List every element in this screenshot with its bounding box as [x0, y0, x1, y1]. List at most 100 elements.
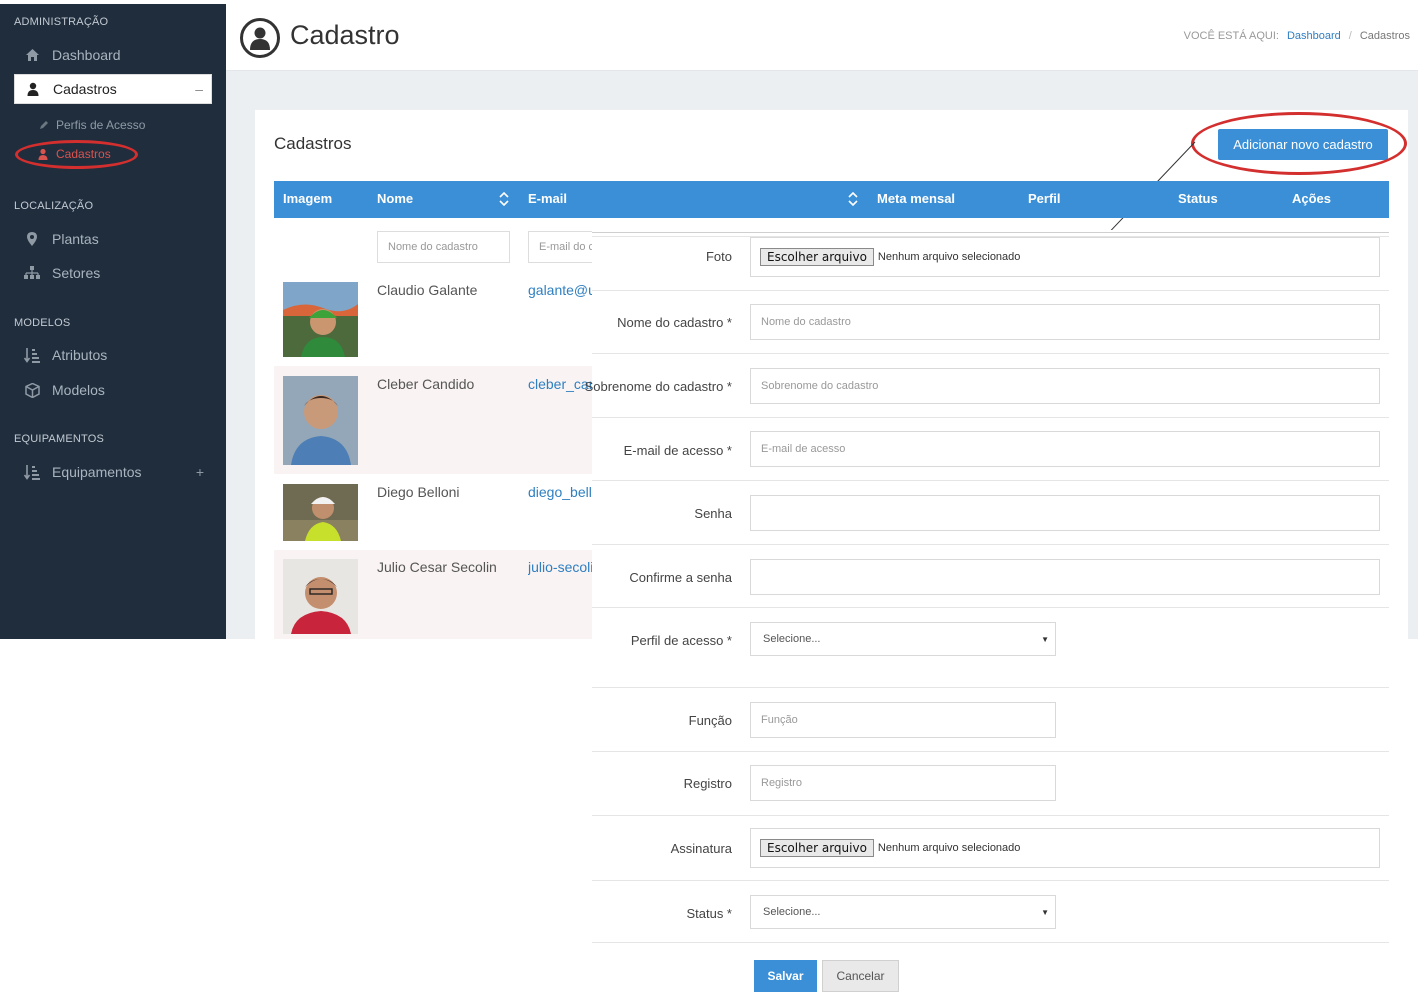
status-select-value: Selecione...: [763, 906, 821, 918]
section-localizacao: LOCALIZAÇÃO: [14, 200, 94, 212]
breadcrumb: VOCÊ ESTÁ AQUI: Dashboard / Cadastros: [1184, 30, 1410, 42]
registro-input[interactable]: Registro: [750, 765, 1056, 801]
choose-file-button[interactable]: Escolher arquivo: [760, 248, 874, 266]
sort-icon[interactable]: [499, 191, 509, 207]
form-divider: [592, 417, 1389, 418]
funcao-label: Função: [688, 713, 732, 728]
sidebar-item-label: Plantas: [52, 231, 99, 247]
cube-icon: [24, 382, 40, 398]
sidebar-item-label: Modelos: [52, 382, 105, 398]
funcao-input[interactable]: Função: [750, 702, 1056, 738]
home-icon: [24, 47, 40, 63]
form-divider: [592, 480, 1389, 481]
breadcrumb-dashboard-link[interactable]: Dashboard: [1287, 30, 1341, 42]
col-status: Status: [1178, 191, 1218, 206]
form-divider: [592, 544, 1389, 545]
email-label: E-mail de acesso *: [623, 443, 732, 458]
row-name: Claudio Galante: [377, 282, 478, 298]
expand-toggle[interactable]: +: [196, 464, 204, 480]
caret-down-icon: ▼: [1041, 907, 1049, 917]
sitemap-icon: [24, 265, 40, 281]
row-email[interactable]: cleber_canc: [528, 376, 592, 392]
sidebar-item-label: Dashboard: [52, 47, 121, 63]
col-email[interactable]: E-mail: [528, 191, 567, 206]
section-equipamentos: EQUIPAMENTOS: [14, 433, 105, 445]
col-meta-mensal: Meta mensal: [877, 191, 956, 206]
sidebar-item-setores[interactable]: Setores: [14, 258, 212, 288]
email-input[interactable]: E-mail de acesso: [750, 431, 1380, 467]
section-modelos: MODELOS: [14, 317, 71, 329]
filter-email-input[interactable]: E-mail do c: [528, 231, 592, 263]
table-row[interactable]: Diego Belloni diego_bello: [274, 474, 592, 550]
sort-amount-icon: [24, 464, 40, 480]
form-divider: [592, 232, 1389, 233]
col-imagem: Imagem: [283, 191, 333, 206]
breadcrumb-label: VOCÊ ESTÁ AQUI:: [1183, 30, 1279, 42]
file-status-text: Nenhum arquivo selecionado: [877, 251, 1021, 263]
save-button[interactable]: Salvar: [754, 960, 817, 992]
sobrenome-label: Sobrenome do cadastro *: [584, 379, 732, 394]
nome-label: Nome do cadastro *: [617, 315, 732, 330]
sidebar-subitem-label: Perfis de Acesso: [56, 118, 146, 132]
row-email[interactable]: galante@ur: [528, 282, 592, 298]
cancel-button[interactable]: Cancelar: [822, 960, 899, 992]
row-email[interactable]: diego_bello: [528, 484, 592, 500]
status-label: Status *: [686, 906, 732, 921]
form-divider: [592, 607, 1389, 608]
password-input[interactable]: [750, 495, 1380, 531]
confirme-label: Confirme a senha: [629, 570, 732, 585]
table-row[interactable]: Cleber Candido cleber_canc: [274, 366, 592, 474]
perfil-select-value: Selecione...: [763, 633, 821, 645]
row-name: Diego Belloni: [377, 484, 460, 500]
foto-file-input[interactable]: Escolher arquivo Nenhum arquivo selecion…: [750, 237, 1380, 277]
app-root: ADMINISTRAÇÃO Dashboard Cadastros – Perf…: [0, 0, 1418, 1000]
sidebar-item-plantas[interactable]: Plantas: [14, 224, 212, 254]
row-email[interactable]: julio-secoli: [528, 559, 592, 575]
section-administracao: ADMINISTRAÇÃO: [14, 16, 109, 28]
panel-title: Cadastros: [274, 134, 352, 153]
avatar: [283, 484, 358, 541]
confirm-password-input[interactable]: [750, 559, 1380, 595]
filter-nome-input[interactable]: Nome do cadastro: [377, 231, 510, 263]
sidebar-item-label: Atributos: [52, 347, 108, 363]
col-nome[interactable]: Nome: [377, 191, 413, 206]
collapse-toggle[interactable]: –: [195, 81, 203, 97]
sidebar-item-label: Setores: [52, 265, 101, 281]
sidebar-subitem-perfis[interactable]: Perfis de Acesso: [38, 118, 145, 132]
table-row[interactable]: Claudio Galante galante@ur: [274, 272, 592, 366]
map-marker-icon: [24, 231, 40, 247]
sidebar-item-cadastros[interactable]: Cadastros –: [14, 74, 212, 104]
row-name: Cleber Candido: [377, 376, 475, 392]
table-row[interactable]: Julio Cesar Secolin julio-secoli: [274, 550, 592, 639]
sidebar-item-dashboard[interactable]: Dashboard: [14, 40, 212, 70]
sidebar-item-label: Equipamentos: [52, 464, 142, 480]
caret-down-icon: ▼: [1041, 634, 1049, 644]
avatar: [283, 559, 358, 634]
nome-input[interactable]: Nome do cadastro: [750, 304, 1380, 340]
sidebar: ADMINISTRAÇÃO Dashboard Cadastros – Perf…: [0, 4, 226, 639]
form-divider: [592, 815, 1389, 816]
sidebar-item-atributos[interactable]: Atributos: [14, 340, 212, 370]
assinatura-file-input[interactable]: Escolher arquivo Nenhum arquivo selecion…: [750, 828, 1380, 868]
senha-label: Senha: [694, 506, 732, 521]
form-divider: [592, 353, 1389, 354]
foto-label: Foto: [705, 249, 732, 264]
status-select[interactable]: Selecione... ▼: [750, 895, 1056, 929]
sobrenome-input[interactable]: Sobrenome do cadastro: [750, 368, 1380, 404]
sidebar-item-modelos[interactable]: Modelos: [14, 375, 212, 405]
assinatura-label: Assinatura: [670, 841, 732, 856]
breadcrumb-separator: /: [1348, 30, 1352, 42]
choose-file-button[interactable]: Escolher arquivo: [760, 839, 874, 857]
form-divider: [592, 687, 1389, 688]
pencil-icon: [38, 119, 50, 131]
add-new-record-button[interactable]: Adicionar novo cadastro: [1218, 129, 1388, 160]
col-perfil: Perfil: [1028, 191, 1061, 206]
table-header: Imagem Nome E-mail Meta mensal Perfil St…: [274, 181, 1389, 218]
sort-amount-icon: [24, 347, 40, 363]
sort-icon[interactable]: [848, 191, 858, 207]
registro-label: Registro: [683, 776, 732, 791]
sidebar-item-equipamentos[interactable]: Equipamentos +: [14, 457, 212, 487]
perfil-select[interactable]: Selecione... ▼: [750, 622, 1056, 656]
sidebar-subitem-cadastros[interactable]: Cadastros: [38, 147, 111, 161]
sidebar-item-label: Cadastros: [53, 81, 117, 97]
